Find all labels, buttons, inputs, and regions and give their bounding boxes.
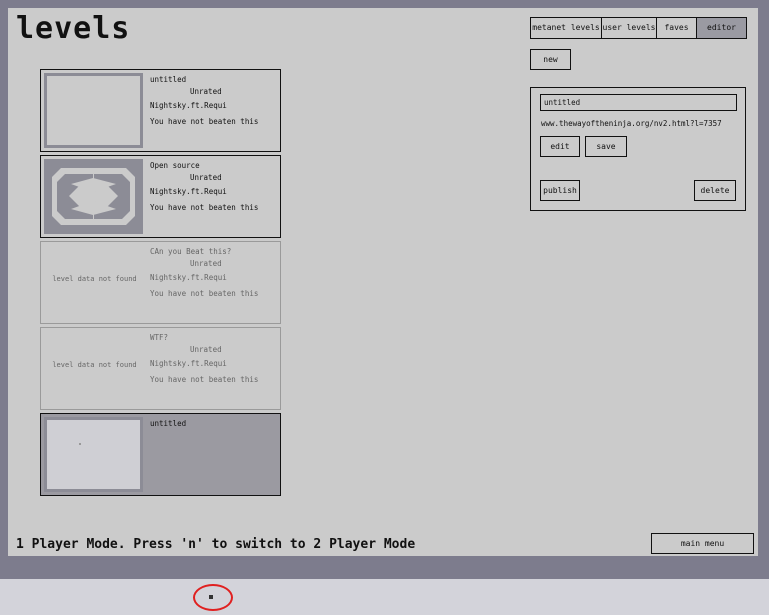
level-rating: Unrated [190,259,222,268]
level-status: You have not beaten this [150,375,259,384]
level-url: www.thewayoftheninja.org/nv2.html?l=7357 [541,119,722,128]
save-button[interactable]: save [585,136,627,157]
main-menu-button[interactable]: main menu [651,533,754,554]
level-pattern-icon [47,162,140,231]
level-title: Open source [150,161,200,170]
publish-button[interactable]: publish [540,180,580,201]
level-row[interactable]: untitled Unrated Nightsky.ft.Requi You h… [40,69,281,152]
level-rating: Unrated [190,173,222,182]
level-rating: Unrated [190,87,222,96]
level-data-missing-text: level data not found [52,361,137,369]
tab-metanet-levels[interactable]: metanet levels [531,18,602,38]
tab-editor[interactable]: editor [697,18,746,38]
level-name-input[interactable] [540,94,737,111]
level-status: You have not beaten this [150,203,259,212]
level-rating: Unrated [190,345,222,354]
delete-button[interactable]: delete [694,180,736,201]
player-mode-text: 1 Player Mode. Press 'n' to switch to 2 … [16,537,416,552]
level-thumbnail [44,159,143,234]
cursor-highlight-circle [193,584,233,611]
level-thumbnail [44,73,143,148]
level-thumbnail [44,417,143,492]
edit-button[interactable]: edit [540,136,580,157]
level-data-missing-text: level data not found [52,275,137,283]
editor-panel: www.thewayoftheninja.org/nv2.html?l=7357… [530,87,746,211]
level-row-selected[interactable]: untitled [40,413,281,496]
level-title: untitled [150,419,187,428]
level-row[interactable]: level data not found WTF? Unrated Nights… [40,327,281,410]
level-status: You have not beaten this [150,289,259,298]
level-title: CAn you Beat this? [150,247,232,256]
level-author: Nightsky.ft.Requi [150,101,227,110]
tab-bar: metanet levels user levels faves editor [530,17,747,39]
level-status: You have not beaten this [150,117,259,126]
level-title: WTF? [150,333,169,342]
level-title: untitled [150,75,187,84]
tab-faves[interactable]: faves [657,18,697,38]
level-author: Nightsky.ft.Requi [150,187,227,196]
level-row[interactable]: Open source Unrated Nightsky.ft.Requi Yo… [40,155,281,238]
tab-user-levels[interactable]: user levels [602,18,657,38]
page-title: levels [16,11,131,46]
level-author: Nightsky.ft.Requi [150,273,227,282]
bottom-strip [0,579,769,615]
mouse-cursor-icon [209,595,213,599]
level-row[interactable]: level data not found CAn you Beat this? … [40,241,281,324]
new-level-button[interactable]: new [530,49,571,70]
level-author: Nightsky.ft.Requi [150,359,227,368]
